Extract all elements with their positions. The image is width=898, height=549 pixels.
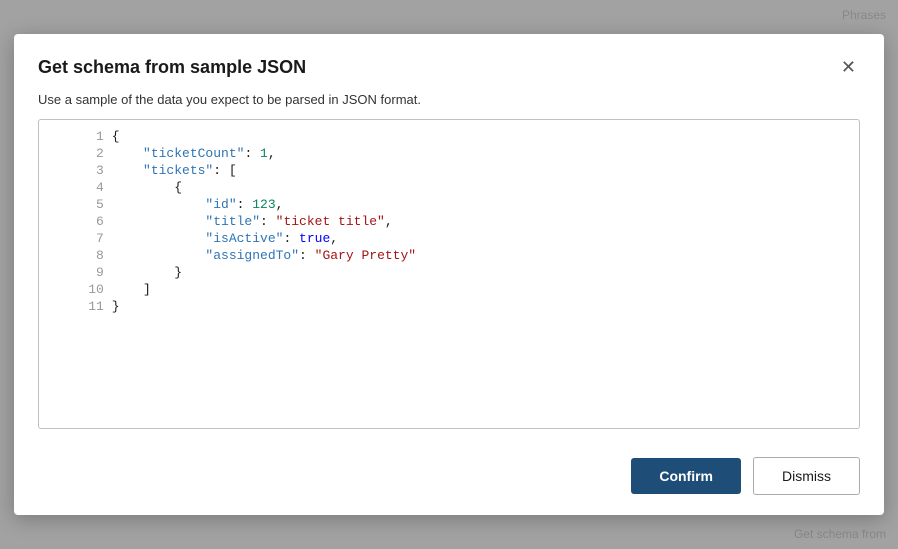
code-line-7: 7 "isActive": true, bbox=[51, 230, 847, 247]
code-content: "assignedTo": "Gary Pretty" bbox=[108, 247, 847, 264]
code-line-3: 3 "tickets": [ bbox=[51, 162, 847, 179]
dialog-title: Get schema from sample JSON bbox=[38, 57, 306, 78]
dialog-subtitle: Use a sample of the data you expect to b… bbox=[14, 92, 884, 119]
code-content: "isActive": true, bbox=[108, 230, 847, 247]
code-line-8: 8 "assignedTo": "Gary Pretty" bbox=[51, 247, 847, 264]
line-number: 1 bbox=[51, 128, 108, 145]
code-line-5: 5 "id": 123, bbox=[51, 196, 847, 213]
code-content: ] bbox=[108, 281, 847, 298]
line-number: 2 bbox=[51, 145, 108, 162]
code-line-4: 4 { bbox=[51, 179, 847, 196]
code-line-10: 10 ] bbox=[51, 281, 847, 298]
code-table: 1 { 2 "ticketCount": 1, 3 "tickets": [ bbox=[51, 128, 847, 315]
code-content: "tickets": [ bbox=[108, 162, 847, 179]
code-content: "id": 123, bbox=[108, 196, 847, 213]
code-editor[interactable]: 1 { 2 "ticketCount": 1, 3 "tickets": [ bbox=[38, 119, 860, 429]
code-content: { bbox=[108, 128, 847, 145]
code-content: } bbox=[108, 264, 847, 281]
code-content: { bbox=[108, 179, 847, 196]
line-number: 6 bbox=[51, 213, 108, 230]
bg-hint-top: Phrases bbox=[842, 8, 886, 22]
code-line-6: 6 "title": "ticket title", bbox=[51, 213, 847, 230]
dialog: Get schema from sample JSON ✕ Use a samp… bbox=[14, 34, 884, 515]
code-content: "ticketCount": 1, bbox=[108, 145, 847, 162]
confirm-button[interactable]: Confirm bbox=[631, 458, 741, 494]
code-line-2: 2 "ticketCount": 1, bbox=[51, 145, 847, 162]
bg-hint-bottom: Get schema from bbox=[794, 527, 886, 541]
line-number: 4 bbox=[51, 179, 108, 196]
dismiss-button[interactable]: Dismiss bbox=[753, 457, 860, 495]
dialog-header: Get schema from sample JSON ✕ bbox=[14, 34, 884, 92]
code-line-9: 9 } bbox=[51, 264, 847, 281]
dialog-footer: Confirm Dismiss bbox=[14, 445, 884, 515]
code-content: } bbox=[108, 298, 847, 315]
backdrop: Phrases Get schema from Get schema from … bbox=[0, 0, 898, 549]
code-line-11: 11 } bbox=[51, 298, 847, 315]
code-line-1: 1 { bbox=[51, 128, 847, 145]
line-number: 8 bbox=[51, 247, 108, 264]
code-content: "title": "ticket title", bbox=[108, 213, 847, 230]
line-number: 9 bbox=[51, 264, 108, 281]
close-button[interactable]: ✕ bbox=[837, 54, 860, 80]
line-number: 11 bbox=[51, 298, 108, 315]
line-number: 10 bbox=[51, 281, 108, 298]
line-number: 7 bbox=[51, 230, 108, 247]
line-number: 3 bbox=[51, 162, 108, 179]
line-number: 5 bbox=[51, 196, 108, 213]
